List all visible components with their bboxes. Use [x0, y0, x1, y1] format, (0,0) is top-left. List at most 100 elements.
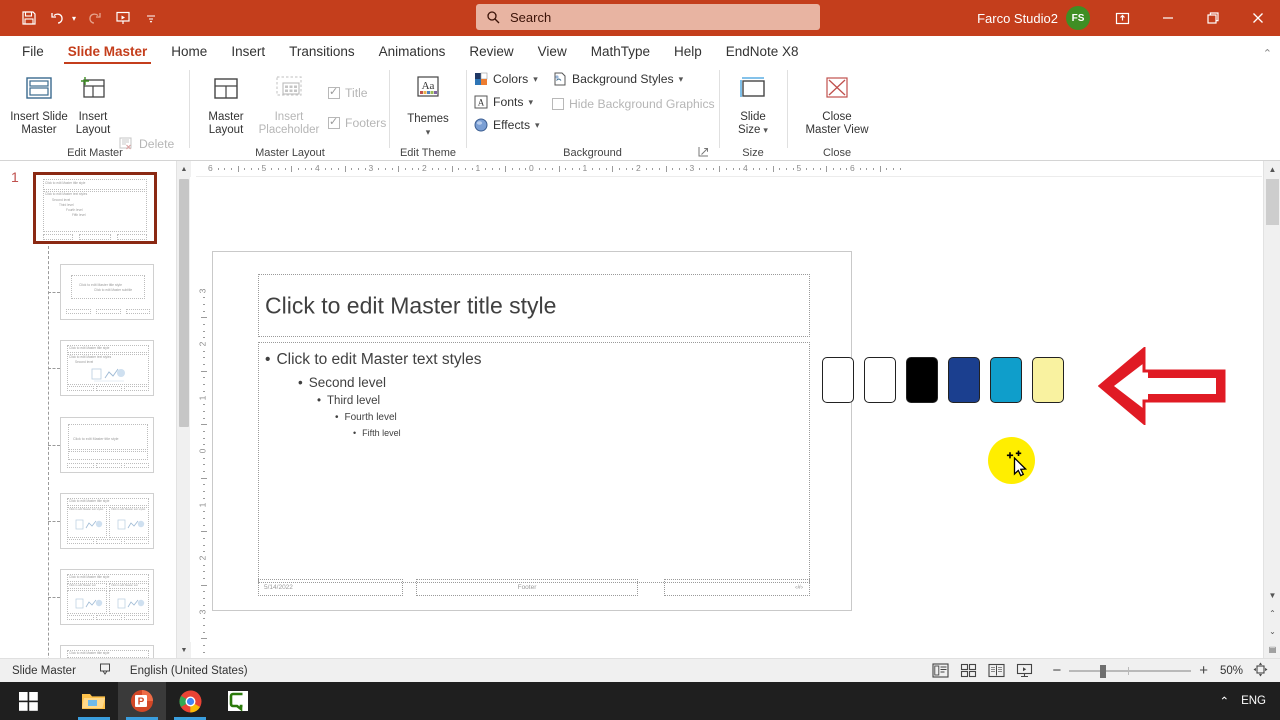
colors-button[interactable]: Colors ▾ [474, 72, 538, 86]
status-view-name[interactable]: Slide Master [12, 665, 76, 677]
customize-qat-icon[interactable] [138, 5, 164, 31]
slide-size-button[interactable]: Slide Size ▾ [727, 74, 779, 137]
fonts-dropdown-icon[interactable]: ▾ [528, 97, 533, 108]
start-presentation-icon[interactable] [110, 5, 136, 31]
title-placeholder[interactable]: Click to edit Master title style [258, 274, 810, 337]
footer-placeholder[interactable]: Footer [416, 579, 638, 596]
spelling-check-icon[interactable] [98, 662, 112, 679]
ruler-tick [893, 168, 895, 170]
thumbnail-layout-title-only[interactable]: Click to edit Master title style [60, 645, 154, 658]
tab-mathtype[interactable]: MathType [579, 41, 662, 64]
effects-button[interactable]: Effects ▾ [474, 118, 540, 132]
select-browse-object-icon[interactable]: ▤ [1264, 641, 1280, 658]
canvas-scrollbar[interactable]: ▲ ▼ ⌃ ⌄ ▤ [1263, 161, 1280, 658]
date-placeholder[interactable]: 5/14/2022 [258, 579, 403, 596]
canvas-scroll-up-icon[interactable]: ▲ [1264, 161, 1280, 178]
previous-slide-button[interactable]: ⌃ [1264, 605, 1280, 622]
zoom-slider[interactable] [1069, 663, 1192, 679]
tab-review[interactable]: Review [457, 41, 525, 64]
swatch-pale-yellow[interactable] [1032, 357, 1064, 403]
slide-sorter-view-button[interactable] [954, 660, 982, 682]
ribbon-display-options-icon[interactable] [1100, 0, 1145, 36]
tab-home[interactable]: Home [159, 41, 219, 64]
zoom-in-button[interactable]: + [1199, 662, 1208, 679]
tab-help[interactable]: Help [662, 41, 714, 64]
tab-insert[interactable]: Insert [219, 41, 277, 64]
thumbnail-layout-title-slide[interactable]: Click to edit Master title style Click t… [60, 264, 154, 320]
swatch-white-2[interactable] [864, 357, 896, 403]
horizontal-ruler[interactable]: 6 5 4 3 2 1 0 1 2 3 4 5 6 [196, 161, 1262, 177]
powerpoint-icon[interactable]: P [118, 682, 166, 720]
fonts-button[interactable]: A Fonts ▾ [474, 95, 533, 109]
reading-view-button[interactable] [982, 660, 1010, 682]
close-master-view-button[interactable]: Close Master View [795, 74, 879, 137]
tray-language-label[interactable]: ENG [1241, 695, 1266, 707]
zoom-level-label[interactable]: 50% [1220, 665, 1243, 677]
restore-button[interactable] [1190, 0, 1235, 36]
insert-layout-button[interactable]: Insert Layout [70, 74, 116, 137]
colors-dropdown-icon[interactable]: ▾ [533, 74, 538, 85]
canvas-scroll-down-icon[interactable]: ▼ [1264, 587, 1280, 604]
swatch-cyan[interactable] [990, 357, 1022, 403]
thumbnail-slide-master[interactable]: Click to edit Master title style Click t… [33, 172, 157, 244]
start-button[interactable] [4, 682, 52, 720]
themes-dropdown-icon[interactable]: ▾ [426, 126, 431, 139]
slide-size-dropdown-icon[interactable]: ▾ [763, 124, 768, 137]
redo-icon[interactable] [82, 5, 108, 31]
avatar[interactable]: FS [1066, 6, 1090, 30]
tab-view[interactable]: View [526, 41, 579, 64]
zoom-out-button[interactable]: − [1052, 662, 1061, 679]
normal-view-button[interactable] [926, 660, 954, 682]
body-placeholder[interactable]: • Click to edit Master text styles • Sec… [258, 342, 810, 583]
chrome-icon[interactable] [166, 682, 214, 720]
ruler-tick [873, 168, 875, 170]
swatch-dark-blue[interactable] [948, 357, 980, 403]
tab-transitions[interactable]: Transitions [277, 41, 367, 64]
ruler-tick [391, 168, 393, 170]
themes-button[interactable]: Aa Themes ▾ [398, 74, 458, 139]
search-box[interactable]: Search [476, 4, 820, 30]
tab-endnote[interactable]: EndNote X8 [714, 41, 811, 64]
next-slide-button[interactable]: ⌄ [1264, 623, 1280, 640]
tab-slide-master[interactable]: Slide Master [56, 41, 160, 64]
vertical-ruler[interactable]: 3 2 1 0 1 2 3 [196, 177, 212, 658]
slide-master-canvas[interactable]: Click to edit Master title style • Click… [212, 251, 852, 611]
zoom-slider-handle[interactable] [1100, 664, 1107, 678]
effects-dropdown-icon[interactable]: ▾ [535, 120, 540, 131]
ruler-tick [458, 168, 460, 170]
thumbnail-layout-section-header[interactable]: Click to edit Master title style [60, 417, 154, 473]
slideshow-view-button[interactable] [1010, 660, 1038, 682]
close-button[interactable] [1235, 0, 1280, 36]
insert-slide-master-button[interactable]: Insert Slide Master [8, 74, 70, 137]
ruler-tick [203, 364, 205, 366]
tab-animations[interactable]: Animations [367, 41, 458, 64]
fit-to-window-button[interactable] [1253, 662, 1268, 680]
tree-stub-6 [48, 597, 60, 598]
slide-thumbnail-pane[interactable]: 1 Click to edit Master title style Click… [0, 161, 176, 658]
thumbnail-layout-title-and-content[interactable]: Click to edit Master title style Click t… [60, 340, 154, 396]
thumbnail-scrollbar[interactable]: ▲ ▼ [176, 161, 191, 658]
undo-dropdown-icon[interactable]: ▾ [68, 14, 80, 23]
status-language[interactable]: English (United States) [130, 665, 248, 677]
minimize-button[interactable] [1145, 0, 1190, 36]
save-icon[interactable] [16, 5, 42, 31]
background-styles-button[interactable]: Background Styles ▾ [552, 72, 683, 86]
swatch-black[interactable] [906, 357, 938, 403]
slide-number-placeholder[interactable]: ‹#› [664, 579, 810, 596]
thumbnail-scroll-up-icon[interactable]: ▲ [177, 161, 191, 177]
app-green-icon[interactable] [214, 682, 262, 720]
thumbnail-layout-comparison[interactable]: Click to edit Master title style Click t… [60, 569, 154, 625]
thumbnail-scroll-down-icon[interactable]: ▼ [177, 642, 191, 658]
canvas-scrollbar-thumb[interactable] [1266, 179, 1279, 225]
file-explorer-icon[interactable] [70, 682, 118, 720]
show-hidden-icons-chevron-icon[interactable]: ⌃ [1219, 694, 1229, 708]
tab-file[interactable]: File [10, 41, 56, 64]
thumbnail-layout-two-content[interactable]: Click to edit Master title style Click t… [60, 493, 154, 549]
ribbon-collapse-icon[interactable]: ⌃ [1263, 47, 1272, 60]
undo-icon[interactable] [44, 5, 70, 31]
user-name[interactable]: Farco Studio2 [977, 11, 1058, 26]
swatch-white-1[interactable] [822, 357, 854, 403]
background-styles-dropdown-icon[interactable]: ▾ [679, 74, 684, 85]
master-layout-button[interactable]: Master Layout [200, 74, 252, 137]
thumbnail-scrollbar-thumb[interactable] [179, 179, 189, 427]
